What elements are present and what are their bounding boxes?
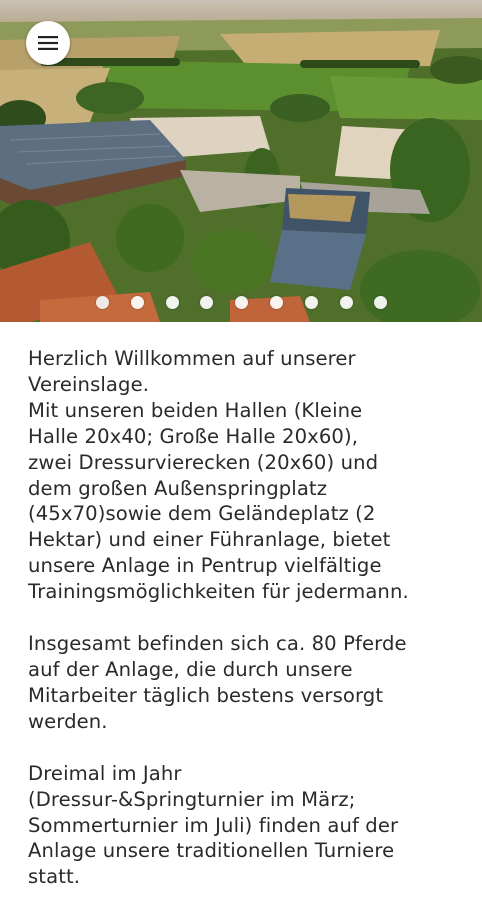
aerial-photo [0,0,482,322]
text-line: dem großen Außenspringplatz [28,476,328,500]
hamburger-menu-icon [38,36,58,50]
text-line: (Dressur-&Springturnier im März; [28,787,356,811]
text-line: Mit unseren beiden Hallen (Kleine [28,398,363,422]
menu-button[interactable] [26,21,70,65]
text-line: zwei Dressurvierecken (20x60) und [28,450,379,474]
slide-indicator [0,296,482,310]
text-line: unsere Anlage in Pentrup vielfältige [28,554,382,578]
slide-dot[interactable] [96,296,109,309]
text-line: statt. [28,865,81,889]
hero-slideshow[interactable] [0,0,482,322]
slide-dot[interactable] [235,296,248,309]
text-line: Halle 20x40; Große Halle 20x60), [28,424,359,448]
text-line: (45x70)sowie dem Geländeplatz (2 [28,502,376,526]
slide-dot[interactable] [374,296,387,309]
text-line: Trainingsmöglichkeiten für jedermann. [28,580,409,604]
slide-dot[interactable] [166,296,179,309]
text-line: Sommerturnier im Juli) finden auf der [28,813,399,837]
slide-dot[interactable] [270,296,283,309]
text-line: werden. [28,709,108,733]
text-line: Anlage unsere traditionellen Turniere [28,839,395,863]
text-line: auf der Anlage, die durch unsere [28,657,353,681]
welcome-text: Herzlich Willkommen auf unserer Vereinsl… [0,322,482,890]
tournaments-paragraph: Dreimal im Jahr (Dressur-&Springturnier … [28,761,458,891]
intro-paragraph: Herzlich Willkommen auf unserer Vereinsl… [28,346,458,605]
slide-dot[interactable] [200,296,213,309]
text-line: Hektar) und einer Führanlage, bietet [28,528,391,552]
slide-dot[interactable] [131,296,144,309]
slide-dot[interactable] [305,296,318,309]
text-line: Mitarbeiter täglich bestens versorgt [28,683,384,707]
text-line: Insgesamt befinden sich ca. 80 Pferde [28,632,407,656]
text-line: Dreimal im Jahr [28,761,182,785]
horses-paragraph: Insgesamt befinden sich ca. 80 Pferde au… [28,631,458,735]
text-line: Herzlich Willkommen auf unserer [28,347,356,370]
text-line: Vereinslage. [28,372,150,396]
slide-dot[interactable] [340,296,353,309]
